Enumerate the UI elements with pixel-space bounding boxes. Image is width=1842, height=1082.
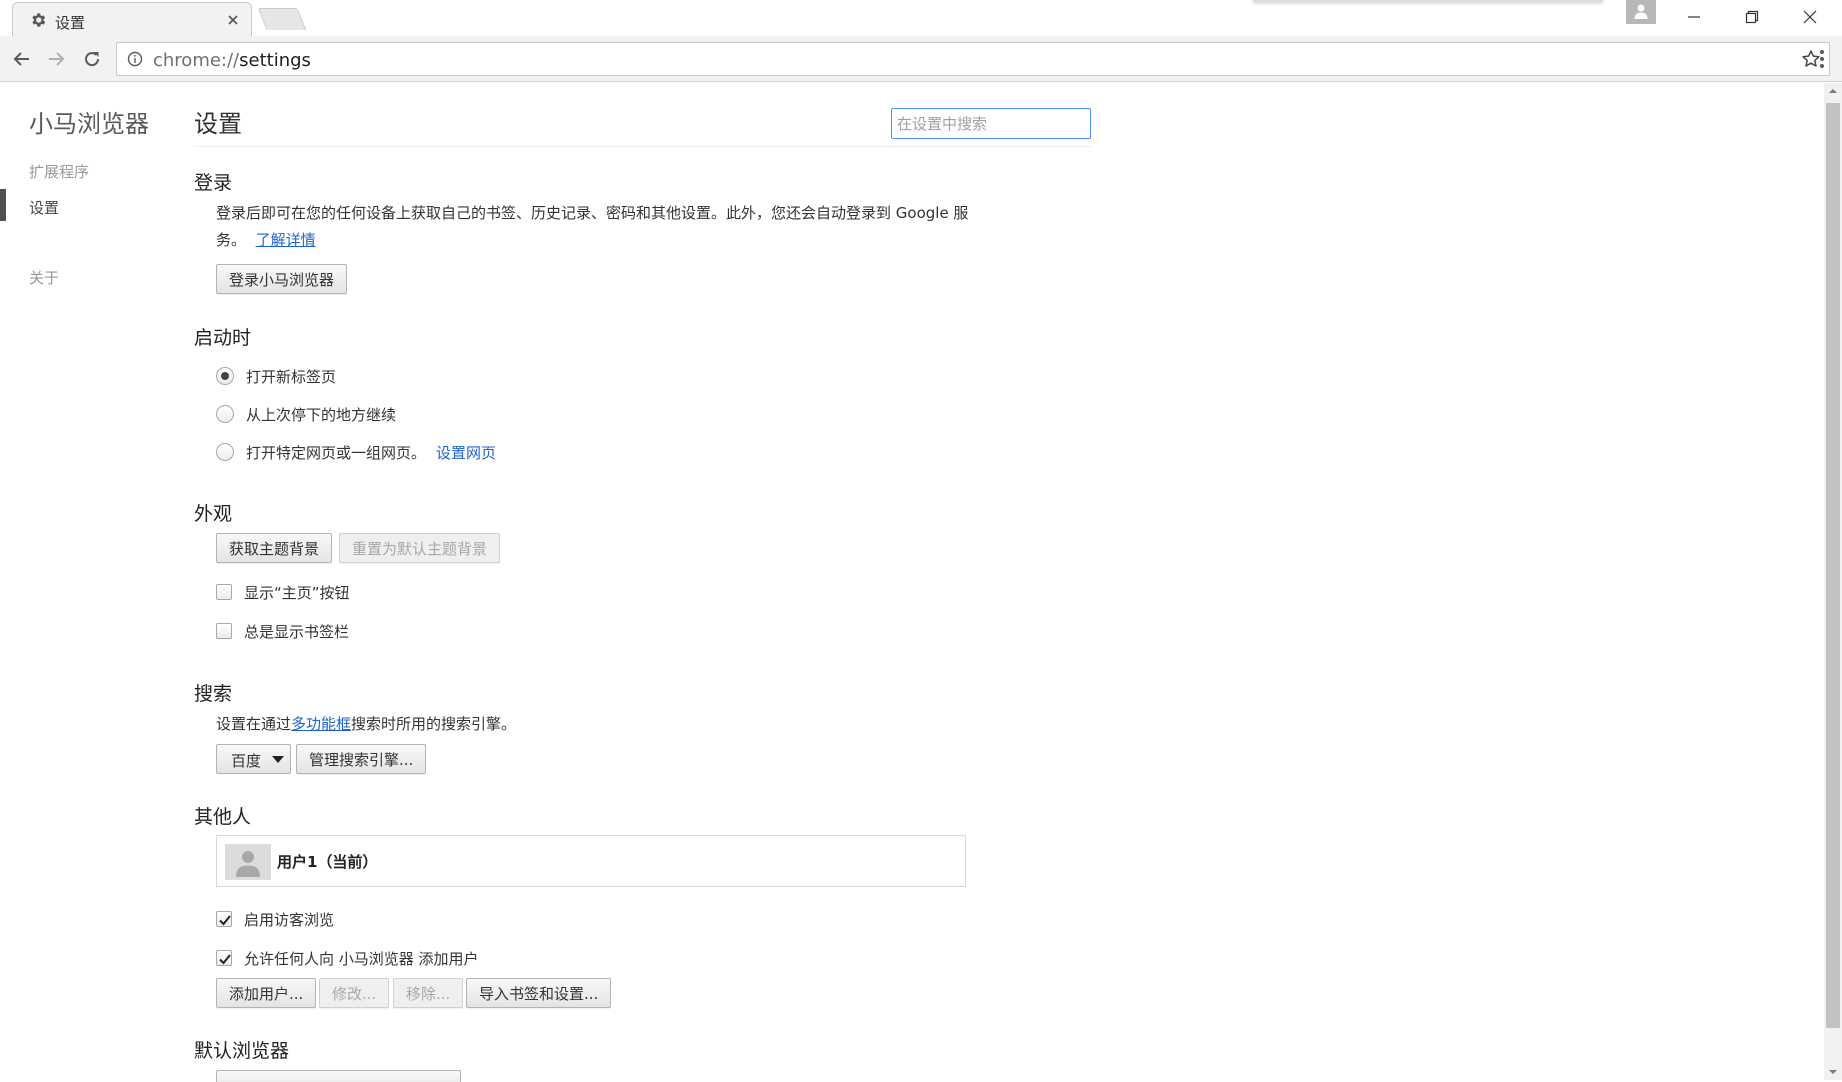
checkbox-label: 允许任何人向 小马浏览器 添加用户 [244, 949, 479, 968]
page-scrollbar[interactable] [1824, 83, 1842, 1080]
scroll-thumb[interactable] [1826, 103, 1840, 1028]
signin-button[interactable]: 登录小马浏览器 [216, 264, 348, 294]
signin-description-line1: 登录后即可在您的任何设备上获取自己的书签、历史记录、密码和其他设置。此外，您还会… [216, 204, 969, 222]
radio-specific-pages[interactable] [216, 443, 234, 461]
remove-user-button[interactable]: 移除... [393, 978, 464, 1008]
section-title-startup: 启动时 [194, 327, 252, 349]
section-title-signin: 登录 [194, 172, 233, 194]
section-title-default-browser: 默认浏览器 [194, 1040, 290, 1062]
search-engine-value: 百度 [231, 752, 262, 770]
three-dots-icon [1820, 50, 1824, 68]
section-title-people: 其他人 [194, 806, 252, 828]
get-themes-button[interactable]: 获取主题背景 [216, 533, 333, 563]
checkbox-allow-add-user[interactable] [216, 950, 232, 966]
user-list: 用户1（当前） [216, 835, 966, 887]
person-icon [236, 851, 260, 877]
scroll-up-arrow-icon[interactable] [1828, 87, 1838, 95]
show-home-button-option[interactable]: 显示“主页”按钮 [216, 582, 350, 602]
omnibox-link[interactable]: 多功能框 [291, 715, 351, 733]
restore-button[interactable] [1724, 0, 1780, 34]
section-title-appearance: 外观 [194, 503, 233, 525]
menu-button[interactable] [1812, 47, 1832, 71]
default-browser-button[interactable] [216, 1070, 461, 1082]
signin-description: 登录后即可在您的任何设备上获取自己的书签、历史记录、密码和其他设置。此外，您还会… [216, 200, 976, 254]
minimize-button[interactable] [1666, 0, 1722, 34]
address-bar[interactable]: chrome://settings [116, 42, 1830, 76]
show-bookmarks-bar-option[interactable]: 总是显示书签栏 [216, 621, 349, 641]
back-button[interactable] [10, 47, 34, 71]
search-description: 设置在通过多功能框搜索时所用的搜索引擎。 [216, 711, 516, 738]
close-window-button[interactable] [1782, 0, 1838, 34]
radio-new-tab[interactable] [216, 367, 234, 385]
brand-title: 小马浏览器 [29, 110, 149, 138]
search-description-prefix: 设置在通过 [216, 715, 292, 733]
profile-button[interactable] [1626, 0, 1656, 24]
reset-theme-button[interactable]: 重置为默认主题背景 [339, 533, 501, 563]
checkbox-label: 显示“主页”按钮 [244, 583, 350, 602]
startup-option-specific-pages[interactable]: 打开特定网页或一组网页。 设置网页 [216, 442, 496, 462]
new-tab-button[interactable] [257, 8, 307, 30]
startup-option-continue[interactable]: 从上次停下的地方继续 [216, 404, 396, 424]
title-bar: 设置 [0, 0, 1842, 36]
signin-description-line2: 务。 了解详情 [216, 227, 976, 254]
toolbar: chrome://settings [0, 36, 1842, 82]
radio-continue[interactable] [216, 405, 234, 423]
forward-arrow-icon [49, 52, 65, 66]
search-description-suffix: 搜索时所用的搜索引擎。 [351, 715, 517, 733]
learn-more-link[interactable]: 了解详情 [256, 231, 316, 249]
reload-icon [85, 52, 100, 67]
gear-icon [29, 11, 47, 29]
list-item[interactable]: 用户1（当前） [217, 836, 965, 886]
checkbox-bookmarks-bar[interactable] [216, 623, 232, 639]
tab-title: 设置 [55, 14, 86, 32]
close-icon [1803, 10, 1817, 24]
radio-label: 从上次停下的地方继续 [246, 405, 397, 424]
set-pages-link[interactable]: 设置网页 [436, 442, 496, 463]
page-title: 设置 [194, 110, 242, 138]
nav-selected-indicator [0, 189, 6, 221]
radio-label: 打开特定网页或一组网页。 [246, 443, 427, 462]
window-shadow [1253, 0, 1603, 2]
restore-icon [1745, 10, 1759, 24]
close-tab-icon[interactable] [227, 14, 239, 26]
edit-user-button[interactable]: 修改... [319, 978, 390, 1008]
avatar-icon [1634, 4, 1648, 19]
checkbox-label: 总是显示书签栏 [244, 622, 350, 641]
sidebar-item-about[interactable]: 关于 [29, 267, 59, 288]
info-icon[interactable] [127, 51, 143, 67]
scroll-down-arrow-icon[interactable] [1828, 1068, 1838, 1076]
checkbox-label: 启用访客浏览 [244, 910, 335, 929]
checkbox-show-home[interactable] [216, 584, 232, 600]
reload-button[interactable] [80, 47, 104, 71]
search-engine-select[interactable]: 百度 [216, 744, 291, 774]
forward-button[interactable] [44, 47, 68, 71]
startup-option-new-tab[interactable]: 打开新标签页 [216, 366, 336, 386]
url-host: settings [239, 50, 311, 71]
add-user-button[interactable]: 添加用户... [216, 978, 317, 1008]
user-name: 用户1（当前） [277, 853, 378, 871]
allow-add-user-option[interactable]: 允许任何人向 小马浏览器 添加用户 [216, 948, 479, 968]
avatar [225, 844, 271, 880]
back-arrow-icon [13, 52, 29, 66]
signin-description-end: 务。 [216, 231, 247, 249]
dropdown-caret-icon [272, 756, 284, 764]
manage-search-engines-button[interactable]: 管理搜索引擎... [296, 744, 427, 774]
tab-settings[interactable]: 设置 [12, 2, 252, 36]
checkbox-enable-guest[interactable] [216, 911, 232, 927]
sidebar-item-settings[interactable]: 设置 [29, 197, 59, 218]
url-scheme: chrome:// [153, 50, 240, 71]
radio-label: 打开新标签页 [246, 367, 337, 386]
import-bookmarks-button[interactable]: 导入书签和设置... [466, 978, 612, 1008]
checkmark-icon [219, 915, 231, 926]
section-title-search: 搜索 [194, 683, 233, 705]
checkmark-icon [219, 954, 231, 965]
minimize-icon [1688, 16, 1700, 18]
sidebar-item-extensions[interactable]: 扩展程序 [29, 161, 89, 182]
settings-search-input[interactable] [891, 108, 1091, 139]
enable-guest-option[interactable]: 启用访客浏览 [216, 909, 334, 929]
url-text[interactable]: chrome://settings [153, 50, 1753, 71]
header-divider [194, 146, 1091, 147]
